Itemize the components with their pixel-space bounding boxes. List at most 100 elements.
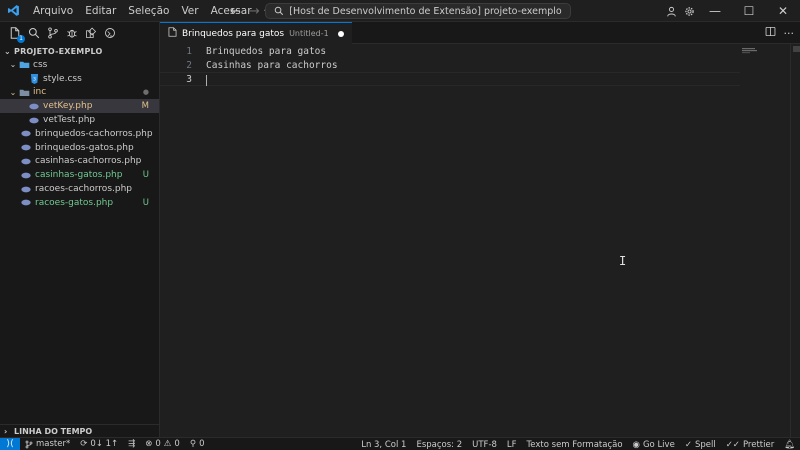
explorer-section-header[interactable]: ⌄ PROJETO-EXEMPLO <box>0 44 159 58</box>
sync-status: 0↓ 1↑ <box>90 439 119 449</box>
menu-editar[interactable]: Editar <box>79 0 122 22</box>
tree-file-brinquedos-gatos[interactable]: brinquedos-gatos.php <box>0 141 159 155</box>
tree-folder-inc[interactable]: ⌄ inc ● <box>0 86 159 100</box>
tab-description: Untitled-1 <box>289 29 329 38</box>
tree-file-racoes-cachorros[interactable]: racoes-cachorros.php <box>0 182 159 196</box>
prettier-label: Prettier <box>742 439 775 450</box>
encoding[interactable]: UTF-8 <box>467 440 502 450</box>
menu-selecao[interactable]: Seleção <box>122 0 175 22</box>
go-live-button[interactable]: ◉ Go Live <box>628 440 680 450</box>
spell-label: Spell <box>694 439 716 450</box>
problems-indicator[interactable]: ⊗ 0 ⚠ 0 <box>140 439 185 449</box>
ports-icon: ⚲ <box>189 439 197 449</box>
git-status-badge: M <box>141 101 149 112</box>
language-mode[interactable]: Texto sem Formatação <box>522 440 628 450</box>
source-control-icon[interactable] <box>46 26 60 40</box>
error-count: 0 <box>155 439 161 449</box>
line-number: 2 <box>186 59 192 71</box>
chevron-down-icon: ⌄ <box>9 87 17 97</box>
status-bar: ⟩⟨ master* ⟳ 0↓ 1↑ ⇶ ⊗ 0 ⚠ 0 ⚲ 0 Ln 3, C… <box>0 437 800 450</box>
tree-label: brinquedos-cachorros.php <box>35 128 153 139</box>
bell-icon: 🔔︎ <box>784 439 795 450</box>
tree-label: racoes-gatos.php <box>35 197 114 208</box>
sync-indicator[interactable]: ⟳ 0↓ 1↑ <box>75 439 123 449</box>
debug-icon[interactable] <box>65 26 79 40</box>
line-number: 3 <box>186 73 192 85</box>
search-icon[interactable] <box>27 26 41 40</box>
live-share-indicator[interactable]: ⇶ <box>123 439 140 449</box>
folder-css-icon <box>18 60 30 69</box>
prettier-button[interactable]: ✓✓ Prettier <box>721 440 780 450</box>
tree-file-vettest[interactable]: vetTest.php <box>0 113 159 127</box>
branch-indicator[interactable]: master* <box>20 439 75 449</box>
css-file-icon: 3 <box>28 73 40 84</box>
line-text: Brinquedos para gatos <box>206 45 327 57</box>
accounts-icon[interactable] <box>662 0 680 22</box>
timeline-section-header[interactable]: › LINHA DO TEMPO <box>0 424 160 438</box>
tree-file-casinhas-cachorros[interactable]: casinhas-cachorros.php <box>0 155 159 169</box>
status-bar-right: Ln 3, Col 1 Espaços: 2 UTF-8 LF Texto se… <box>356 438 800 450</box>
back-arrow-icon[interactable]: ← <box>230 4 241 19</box>
mouse-ibeam-icon: I <box>619 254 627 268</box>
remote-indicator-icon[interactable]: ⟩⟨ <box>0 437 20 450</box>
command-center-label: [Host de Desenvolvimento de Extensão] pr… <box>289 5 562 17</box>
tab-title: Brinquedos para gatos <box>182 28 285 39</box>
indentation[interactable]: Espaços: 2 <box>411 440 467 450</box>
spell-button[interactable]: ✓ Spell <box>680 440 721 450</box>
scrollbar-thumb[interactable] <box>793 46 800 52</box>
vertical-scrollbar[interactable] <box>790 44 800 437</box>
php-file-icon <box>20 186 32 193</box>
maximize-button[interactable]: ☐ <box>732 0 766 22</box>
tree-file-casinhas-gatos[interactable]: casinhas-gatos.php U <box>0 168 159 182</box>
sidebar-toolbar: 1 <box>0 22 159 44</box>
command-center[interactable]: [Host de Desenvolvimento de Extensão] pr… <box>265 3 571 19</box>
cursor-position[interactable]: Ln 3, Col 1 <box>356 440 411 450</box>
tree-label: inc <box>33 87 47 98</box>
tree-folder-css[interactable]: ⌄ css <box>0 58 159 72</box>
modified-dot-icon: ● <box>142 88 149 97</box>
title-bar-right: — ☐ ✕ <box>662 0 800 22</box>
tree-file-brinquedos-cachorros[interactable]: brinquedos-cachorros.php <box>0 127 159 141</box>
explorer-section-title: PROJETO-EXEMPLO <box>14 46 103 56</box>
tab-untitled-1[interactable]: Brinquedos para gatos Untitled-1 <box>160 22 352 44</box>
php-file-icon <box>28 117 40 124</box>
gear-icon[interactable] <box>680 0 698 22</box>
code-line: 1 Brinquedos para gatos <box>160 44 740 58</box>
end-of-line[interactable]: LF <box>502 440 522 450</box>
vscode-logo-icon <box>3 0 23 22</box>
tree-file-racoes-gatos[interactable]: racoes-gatos.php U <box>0 196 159 210</box>
extensions-icon[interactable] <box>84 26 98 40</box>
more-actions-icon[interactable]: ··· <box>784 27 795 40</box>
menu-arquivo[interactable]: Arquivo <box>27 0 79 22</box>
ports-indicator[interactable]: ⚲ 0 <box>185 439 210 449</box>
editor-actions: ··· <box>765 22 795 44</box>
php-file-icon <box>28 103 40 110</box>
minimap[interactable] <box>742 44 758 54</box>
go-live-label: Go Live <box>642 439 675 450</box>
forward-arrow-icon[interactable]: → <box>249 4 260 19</box>
notifications-button[interactable]: 🔔︎ <box>779 440 800 450</box>
search-icon <box>275 6 284 16</box>
php-file-icon <box>20 130 32 137</box>
tree-label: brinquedos-gatos.php <box>35 142 134 153</box>
php-file-icon <box>20 172 32 179</box>
text-cursor <box>206 75 207 86</box>
remote-explorer-icon[interactable] <box>103 26 117 40</box>
tree-label: vetKey.php <box>43 101 93 112</box>
minimize-button[interactable]: — <box>698 0 732 22</box>
check-icon: ✓ <box>684 439 692 450</box>
unsaved-dot-icon[interactable] <box>337 30 344 37</box>
tree-file-vetkey[interactable]: vetKey.php M <box>0 99 159 114</box>
code-area[interactable]: 1 Brinquedos para gatos 2 Casinhas para … <box>160 44 800 437</box>
close-button[interactable]: ✕ <box>766 0 800 22</box>
source-control-badge: 1 <box>17 35 25 43</box>
menu-ver[interactable]: Ver <box>175 0 204 22</box>
code-line: 2 Casinhas para cachorros <box>160 58 740 72</box>
explorer-files-icon[interactable]: 1 <box>8 26 25 43</box>
ports-count: 0 <box>199 439 205 449</box>
tree-label: style.css <box>43 73 82 84</box>
git-status-badge: U <box>142 197 149 208</box>
tree-file-style-css[interactable]: 3 style.css <box>0 72 159 86</box>
split-editor-icon[interactable] <box>765 26 776 40</box>
editor-group: Brinquedos para gatos Untitled-1 ··· 1 B… <box>160 22 800 437</box>
